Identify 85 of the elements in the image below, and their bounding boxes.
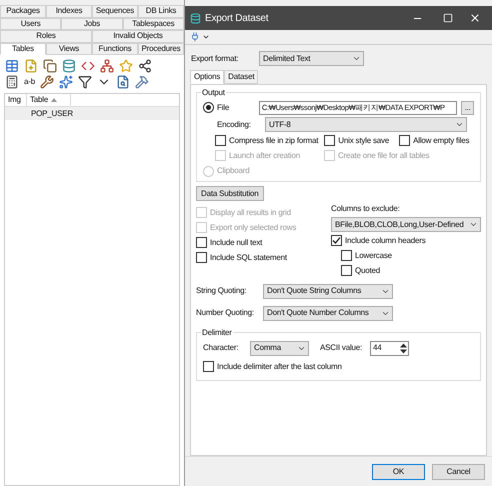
checkbox[interactable] [203,361,214,372]
tab[interactable]: Packages [0,5,46,18]
tab[interactable]: Tables [0,42,46,55]
checkbox-label: Quoted [355,264,380,276]
field-label: Character: [203,342,240,354]
column-header[interactable]: Table [27,94,71,106]
wrench-icon[interactable] [40,75,54,89]
tab[interactable]: Tablespaces [122,18,184,30]
checkbox-label: Lowercase [355,250,392,262]
dialog-button[interactable]: Cancel [432,464,485,480]
tab[interactable]: Indexes [46,5,92,18]
checkbox-label: Export only selected rows [210,222,296,234]
checkbox-label: Include column headers [345,234,426,246]
tab[interactable]: Procedures [138,42,184,55]
checkbox-label: Compress file in zip format [229,134,318,146]
dialog-button[interactable]: OK [372,464,425,480]
hammer-icon[interactable] [134,75,149,89]
checkbox-label: Create one file for all tables [338,150,430,162]
close-icon[interactable] [469,12,481,24]
field-label: String Quoting: [196,285,248,297]
copy-icon[interactable] [43,58,57,72]
checkbox[interactable] [324,135,336,146]
calculator-icon[interactable] [5,75,19,89]
field-label: ASCII value: [320,342,364,354]
database-icon[interactable] [62,58,76,72]
checkbox-label: Include delimiter after the last column [217,360,342,372]
radio-label: File [217,102,230,114]
tab[interactable]: Roles [0,30,92,42]
sparkles-icon[interactable] [58,75,73,89]
table-row[interactable]: POP_USER [5,107,179,120]
tab[interactable]: Dataset [224,70,258,84]
spinner-arrows-icon [400,342,407,354]
checkbox[interactable] [196,237,207,248]
field-label: Encoding: [217,118,252,130]
checkbox-label: Include SQL statement [210,252,287,264]
checkbox[interactable] [196,252,207,263]
network-icon[interactable] [100,58,114,72]
tab[interactable]: DB Links [138,5,184,18]
ascii-spinner[interactable]: 44 [370,340,409,356]
checkbox-label: Launch after creation [229,150,300,162]
checkbox[interactable] [215,135,226,146]
dropdown[interactable]: Delimited Text [259,51,364,66]
checkbox[interactable] [331,235,342,246]
table-icon[interactable] [5,58,19,72]
browse-button[interactable]: ... [461,100,474,114]
tab[interactable]: Functions [92,42,138,55]
chevron-down-icon [352,54,361,63]
data-substitution-button[interactable]: Data Substitution [196,186,264,201]
checkbox-label: Unix style save [338,134,390,146]
checkbox[interactable] [399,135,410,146]
tab[interactable]: Users [0,18,62,30]
nodes-icon[interactable] [138,58,152,72]
checkbox[interactable] [341,265,352,276]
tab[interactable]: Jobs [61,18,123,30]
dropdown[interactable]: Comma [250,340,309,356]
chevron-down-icon [469,220,478,229]
checkbox[interactable] [341,250,352,261]
field-label: Export format: [191,52,240,64]
checkbox-label: Include null text [210,236,262,248]
tab[interactable]: Views [46,42,92,55]
file-search-icon[interactable] [116,75,130,89]
radio-button[interactable] [203,102,214,113]
database-icon [190,12,201,24]
group-title: Output [201,87,226,99]
filter-icon[interactable] [78,75,92,89]
field-label: Columns to exclude: [331,203,401,215]
dropdown[interactable]: Don't Quote Number Columns [263,306,393,320]
chevron-down-icon [455,120,464,129]
tab[interactable]: Invalid Objects [92,30,184,42]
tab[interactable]: Options [190,70,224,84]
checkbox-label: Display all results in grid [210,206,291,218]
column-header[interactable]: Img [5,94,27,106]
window-title: Export Dataset [205,12,270,26]
field-label: Number Quoting: [196,307,255,319]
plug-icon[interactable] [190,32,200,42]
dropdown[interactable]: UTF-8 [265,117,467,132]
sort-arrow-icon [51,98,58,102]
maximize-icon[interactable] [443,13,453,23]
radio-label: Clipboard [217,165,250,177]
tab[interactable]: Sequences [92,5,138,18]
dropdown[interactable]: BFile,BLOB,CLOB,Long,User-Defined [331,217,481,232]
compare-label[interactable]: a-b [24,76,35,88]
dropdown[interactable]: Don't Quote String Columns [263,284,393,298]
checkbox-label: Allow empty files [413,134,470,146]
star-icon[interactable] [119,58,133,72]
